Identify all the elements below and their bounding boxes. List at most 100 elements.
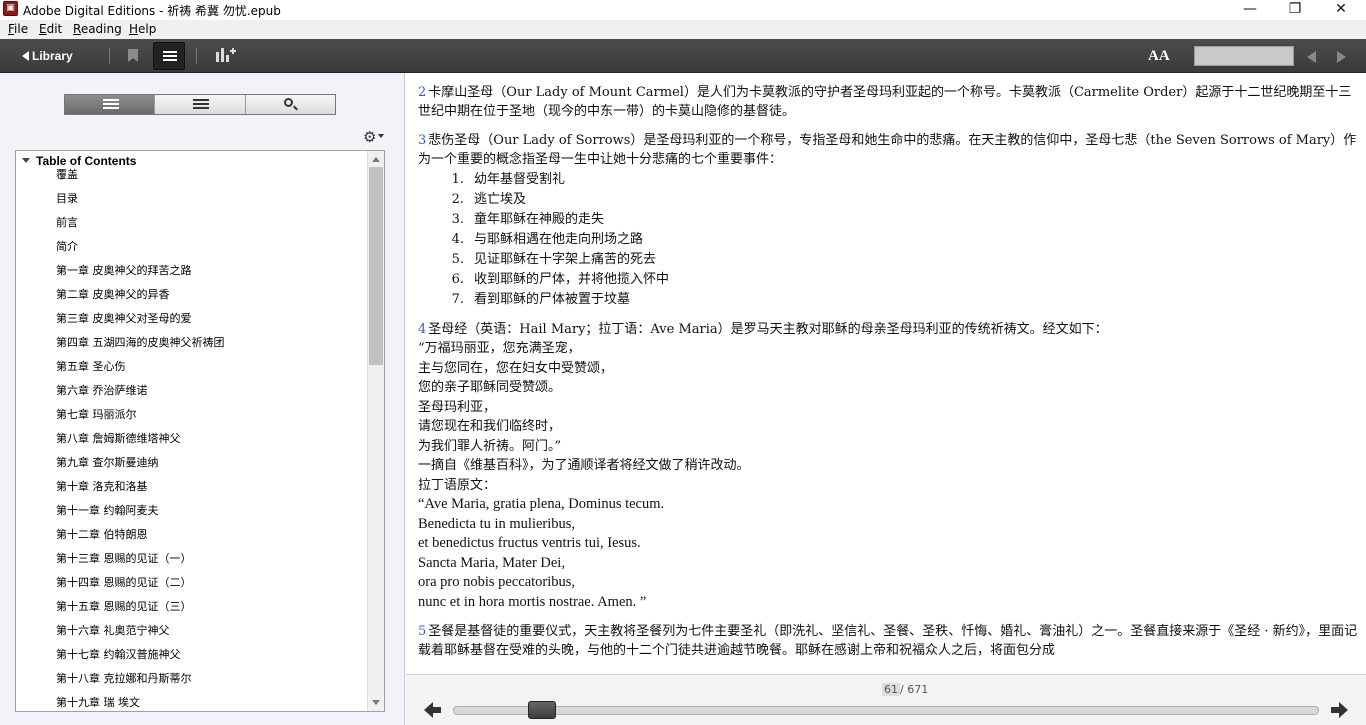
latin-line: “Ave Maria, gratia plena, Dominus tecum. <box>418 496 665 512</box>
toc-item[interactable]: 目录 <box>56 193 225 217</box>
search-prev-icon[interactable] <box>1307 51 1316 63</box>
latin-line: et benedictus fructus ventris tui, Iesus… <box>418 535 641 551</box>
reader-pane: 2 卡摩山圣母（Our Lady of Mount Carmel）是人们为卡莫教派… <box>406 73 1366 673</box>
menu-reading-mnemonic: R <box>73 22 81 36</box>
library-button[interactable]: Library <box>22 45 73 67</box>
toc-item[interactable]: 第十二章 伯特朗恩 <box>56 529 225 553</box>
toc-icon <box>103 99 119 110</box>
toc-item[interactable]: 第十四章 恩赐的见证（二） <box>56 577 225 601</box>
total-pages: 671 <box>907 683 929 696</box>
tab-toc[interactable] <box>65 95 156 114</box>
toc-item[interactable]: 第十章 洛克和洛基 <box>56 481 225 505</box>
toc-item[interactable]: 第十六章 礼奥范宁神父 <box>56 625 225 649</box>
toc-item[interactable]: 第七章 玛丽派尔 <box>56 409 225 433</box>
toc-item[interactable]: 第八章 詹姆斯德维塔神父 <box>56 433 225 457</box>
menu-file-label: ile <box>14 22 29 36</box>
list-item: 2. 逃亡埃及 <box>451 192 527 207</box>
toc-scrollbar[interactable] <box>367 151 384 711</box>
prayer-line: 拉丁语原文： <box>418 477 497 493</box>
scroll-down-icon[interactable] <box>372 700 380 705</box>
toc-item[interactable]: 覆盖 <box>56 169 225 193</box>
toc-scroll-thumb[interactable] <box>369 167 383 365</box>
tab-bookmarks[interactable] <box>155 95 246 114</box>
chevron-down-icon[interactable] <box>378 134 384 138</box>
toc-item[interactable]: 前言 <box>56 217 225 241</box>
prayer-line: 一摘自《维基百科》，为了通顺译者将经文做了稍许改动。 <box>418 458 750 473</box>
toc-item[interactable]: 第一章 皮奥神父的拜苦之路 <box>56 265 225 289</box>
toc-item[interactable]: 第六章 乔治萨维诺 <box>56 385 225 409</box>
toc-item[interactable]: 简介 <box>56 241 225 265</box>
prayer-line: 您的亲子耶稣同受赞颂。 <box>418 380 562 395</box>
menu-file[interactable]: File <box>8 22 28 36</box>
toc-item[interactable]: 第五章 圣心伤 <box>56 361 225 385</box>
search-next-icon[interactable] <box>1337 51 1346 63</box>
toolbar-divider <box>109 48 110 64</box>
list-item: 4. 与耶稣相遇在他走向刑场之路 <box>451 232 644 247</box>
latin-line: Benedicta tu in mulieribus, <box>418 515 576 532</box>
list-item: 1. 幼年基督受割礼 <box>451 172 566 187</box>
toc-item[interactable]: 第十七章 约翰汉普施神父 <box>56 649 225 673</box>
toc-header[interactable]: Table of Contents <box>22 154 136 168</box>
toc-item[interactable]: 第十一章 约翰阿麦夫 <box>56 505 225 529</box>
app-icon: ▣ <box>3 1 18 16</box>
footnote-text: 卡摩山圣母（Our Lady of Mount Carmel）是人们为卡莫教派的… <box>418 85 1352 119</box>
menu-edit-mnemonic: E <box>39 22 47 36</box>
seven-sorrows-list: 1. 幼年基督受割礼 2. 逃亡埃及 3. 童年耶稣在神殿的走失 4. 与耶稣相遇在他走… <box>440 170 1358 310</box>
window-title: Adobe Digital Editions - 祈祷 希冀 勿忧.epub <box>23 4 281 18</box>
page-slider-track[interactable] <box>453 706 1319 715</box>
font-size-button[interactable]: AA <box>1148 48 1170 65</box>
toc-item[interactable]: 第二章 皮奥神父的异香 <box>56 289 225 313</box>
toc-item[interactable]: 第十八章 克拉娜和丹斯蒂尔 <box>56 673 225 697</box>
toc-list-icon[interactable] <box>153 42 185 70</box>
toc-item[interactable]: 第十九章 瑞 埃文 <box>56 697 225 711</box>
prayer-line: 为我们罪人祈祷。阿门。” <box>418 438 562 454</box>
menu-help[interactable]: Help <box>129 22 156 36</box>
sidebar: ⚙ Table of Contents 覆盖 目录 前言 简介 第一章 皮奥神父… <box>0 73 405 725</box>
book-content: 2 卡摩山圣母（Our Lady of Mount Carmel）是人们为卡莫教派… <box>418 83 1358 670</box>
title-bar: ▣ Adobe Digital Editions - 祈祷 希冀 勿忧.epub… <box>0 0 1366 20</box>
list-item: 5. 见证耶稣在十字架上痛苦的死去 <box>451 252 657 267</box>
sidebar-view-switcher <box>64 94 336 115</box>
page-navigation-bar: 61/ 671 <box>406 674 1366 725</box>
footnote-number[interactable]: 2 <box>418 85 426 100</box>
toc-item[interactable]: 第十三章 恩赐的见证（一） <box>56 553 225 577</box>
next-page-icon[interactable] <box>1331 702 1348 718</box>
footnote-number[interactable]: 4 <box>418 322 426 337</box>
toc-item[interactable]: 第四章 五湖四海的皮奥神父祈祷团 <box>56 337 225 361</box>
list-item: 6. 收到耶稣的尸体，并将他揽入怀中 <box>451 272 670 287</box>
latin-line: ora pro nobis peccatoribus, <box>418 574 576 590</box>
reading-stats-icon[interactable] <box>210 43 240 69</box>
page-indicator: 61/ 671 <box>882 683 928 696</box>
menu-edit[interactable]: Edit <box>39 22 62 36</box>
current-page-number[interactable]: 61 <box>882 683 900 696</box>
menu-help-label: elp <box>138 22 157 36</box>
page-slider-thumb[interactable] <box>528 701 557 719</box>
tab-search[interactable] <box>245 95 335 114</box>
footnote-5: 5 圣餐是基督徒的重要仪式，天主教将圣餐列为七件主要圣礼（即洗礼、坚信礼、圣餐、圣… <box>418 622 1358 660</box>
page-separator: / <box>900 683 904 696</box>
bookmark-icon[interactable] <box>120 43 150 69</box>
menu-reading[interactable]: Reading <box>73 22 122 36</box>
bookmarks-list-icon <box>193 99 210 110</box>
prayer-line: “万福玛丽亚，您充满圣宠， <box>418 341 581 356</box>
footnote-text: 悲伤圣母（Our Lady of Sorrows）是圣母玛利亚的一个称号，专指圣… <box>418 133 1357 167</box>
prev-page-icon[interactable] <box>424 702 441 718</box>
prayer-line: 圣母玛利亚， <box>418 399 497 415</box>
gear-icon[interactable]: ⚙ <box>363 128 376 146</box>
toc-item[interactable]: 第三章 皮奥神父对圣母的爱 <box>56 313 225 337</box>
footnote-number[interactable]: 5 <box>418 624 426 639</box>
menu-bar: File Edit Reading Help <box>0 20 1366 39</box>
minimize-button[interactable]: — <box>1227 0 1273 20</box>
footnote-number[interactable]: 3 <box>418 133 426 148</box>
restore-button[interactable]: ❐ <box>1272 0 1318 20</box>
latin-line: Sancta Maria, Mater Dei, <box>418 554 565 571</box>
footnote-2: 2 卡摩山圣母（Our Lady of Mount Carmel）是人们为卡莫教派… <box>418 83 1358 121</box>
toc-item[interactable]: 第九章 查尔斯曼迪纳 <box>56 457 225 481</box>
menu-edit-label: dit <box>46 22 63 36</box>
toc-item[interactable]: 第十五章 恩赐的见证（三） <box>56 601 225 625</box>
footnote-3: 3 悲伤圣母（Our Lady of Sorrows）是圣母玛利亚的一个称号，专指… <box>418 131 1358 310</box>
scroll-up-icon[interactable] <box>372 157 380 162</box>
toc-panel: Table of Contents 覆盖 目录 前言 简介 第一章 皮奥神父的拜… <box>15 150 385 712</box>
close-button[interactable]: ✕ <box>1318 0 1364 20</box>
search-input[interactable] <box>1194 46 1294 66</box>
